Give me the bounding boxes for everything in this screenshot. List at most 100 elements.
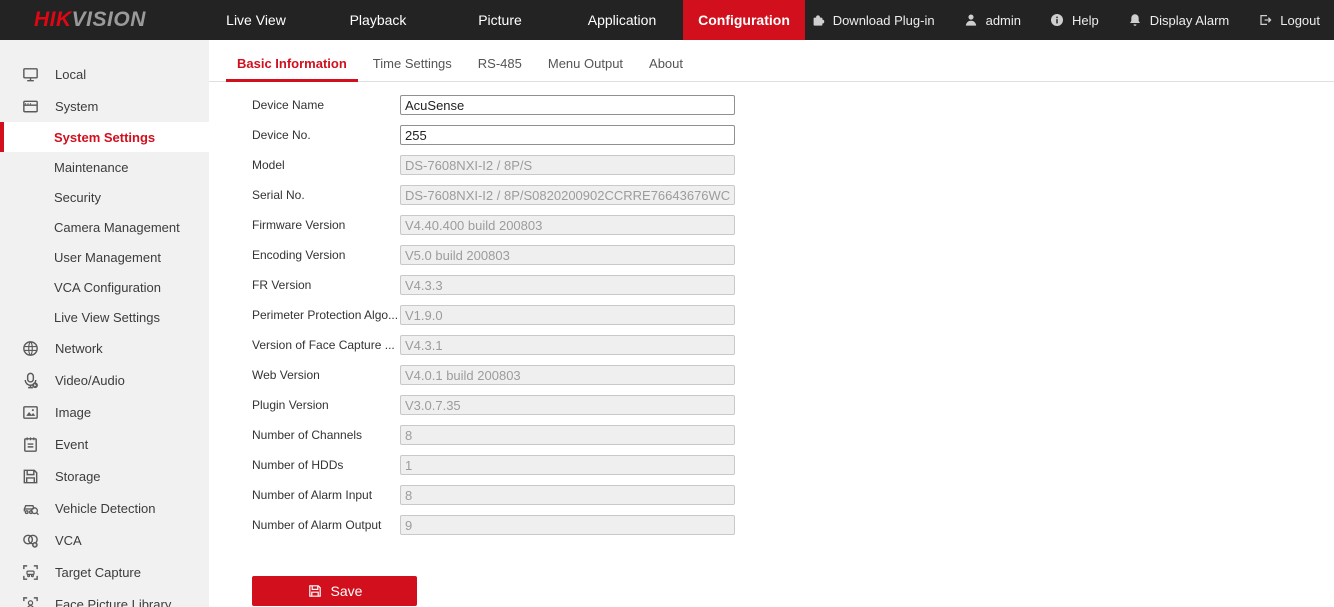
primary-nav: Live View Playback Picture Application Confi… [195,0,805,40]
form-row-web-version: Web Version [252,360,1334,390]
nav-item-picture[interactable]: Picture [439,0,561,40]
sidebar-item-security[interactable]: Security [0,182,209,212]
field-label-number-of-hdds: Number of HDDs [252,458,344,472]
util-label-display-alarm: Display Alarm [1149,12,1230,28]
sidebar-item-label: Network [55,340,103,356]
top-bar: HIK VISION Live View Playback Picture Applic… [0,0,1334,40]
form-row-serial-no: Serial No. [252,180,1334,210]
target-capture-icon [21,563,40,582]
util-label-help: Help [1072,12,1099,28]
sidebar-item-user-management[interactable]: User Management [0,242,209,272]
util-download-plug-in[interactable]: Download Plug-in [810,12,935,28]
nav-item-application[interactable]: Application [561,0,683,40]
window-icon [21,97,40,116]
sidebar-item-label: VCA [55,532,82,548]
firmware-version-input [400,215,735,235]
number-of-alarm-output-input [400,515,735,535]
plugin-icon [810,12,826,28]
form-row-model: Model [252,150,1334,180]
field-label-encoding-version: Encoding Version [252,248,346,262]
field-label-serial-no: Serial No. [252,188,305,202]
form-row-device-name: Device Name [252,90,1334,120]
form-row-device-no: Device No. [252,120,1334,150]
sidebar-item-label: Storage [55,468,101,484]
main-content: Basic Information Time Settings RS-485 Menu… [209,40,1334,607]
form-row-fr-version: FR Version [252,270,1334,300]
sidebar-item-image[interactable]: Image [0,396,209,428]
sidebar-item-label: Vehicle Detection [55,500,156,516]
util-logout[interactable]: Logout [1257,12,1320,28]
save-button[interactable]: Save [252,576,417,606]
perimeter-protection-algo-input [400,305,735,325]
field-label-web-version: Web Version [252,368,320,382]
number-of-hdds-input [400,455,735,475]
user-icon [963,12,979,28]
field-label-number-of-alarm-output: Number of Alarm Output [252,518,382,532]
field-label-number-of-channels: Number of Channels [252,428,363,442]
nav-item-configuration[interactable]: Configuration [683,0,805,40]
tab-rs-485[interactable]: RS-485 [467,56,533,82]
sidebar-item-label: System Settings [54,129,156,145]
utility-nav: Download Plug-in admin Help Display Alarm Lo… [810,0,1334,40]
field-label-device-no: Device No. [252,128,311,142]
sidebar-item-camera-management[interactable]: Camera Management [0,212,209,242]
encoding-version-input [400,245,735,265]
util-help[interactable]: Help [1049,12,1099,28]
sidebar-item-label: User Management [54,249,161,265]
field-label-model: Model [252,158,285,172]
mic-icon [21,371,40,390]
nav-item-playback[interactable]: Playback [317,0,439,40]
device-name-input[interactable] [400,95,735,115]
tab-about[interactable]: About [638,56,694,82]
device-no-input[interactable] [400,125,735,145]
sidebar-item-label: Camera Management [54,219,180,235]
util-display-alarm[interactable]: Display Alarm [1127,12,1229,28]
logo-hik-text: HIK [34,8,72,31]
tab-menu-output[interactable]: Menu Output [537,56,634,82]
sidebar-item-vca[interactable]: VCA [0,524,209,556]
nav-item-live-view[interactable]: Live View [195,0,317,40]
field-label-device-name: Device Name [252,98,325,112]
storage-icon [21,467,40,486]
sidebar-item-vca-configuration[interactable]: VCA Configuration [0,272,209,302]
sidebar-item-label: Target Capture [55,564,141,580]
field-label-version-of-face-capture: Version of Face Capture ... [252,338,395,352]
basic-information-form: Device Name Device No. Model Serial No. Firm… [209,82,1334,540]
form-row-number-of-hdds: Number of HDDs [252,450,1334,480]
form-row-plugin-version: Plugin Version [252,390,1334,420]
sidebar-item-system[interactable]: System [0,90,209,122]
util-admin[interactable]: admin [963,12,1021,28]
sidebar-item-live-view-settings[interactable]: Live View Settings [0,302,209,332]
sidebar-item-face-picture-library[interactable]: Face Picture Library [0,588,209,607]
sidebar-item-label: Local [55,66,87,82]
field-label-number-of-alarm-input: Number of Alarm Input [252,488,373,502]
tab-basic-information[interactable]: Basic Information [226,56,358,82]
sidebar-item-storage[interactable]: Storage [0,460,209,492]
sidebar-item-label: VCA Configuration [54,279,161,295]
sidebar-item-event[interactable]: Event [0,428,209,460]
sidebar-item-label: System [55,98,99,114]
monitor-icon [21,65,40,84]
image-icon [21,403,40,422]
tab-time-settings[interactable]: Time Settings [362,56,463,82]
sidebar-item-label: Face Picture Library [55,596,172,607]
util-label-download-plug-in: Download Plug-in [832,12,935,28]
sidebar-item-network[interactable]: Network [0,332,209,364]
field-label-fr-version: FR Version [252,278,312,292]
save-icon [307,583,323,599]
logo-vision-text: VISION [71,8,146,31]
sidebar-item-target-capture[interactable]: Target Capture [0,556,209,588]
sidebar-item-label: Image [55,404,92,420]
serial-no-input [400,185,735,205]
field-label-perimeter-protection-algo: Perimeter Protection Algo... [252,308,399,322]
sidebar-item-local[interactable]: Local [0,58,209,90]
event-icon [21,435,40,454]
sidebar-item-vehicle-detection[interactable]: Vehicle Detection [0,492,209,524]
model-input [400,155,735,175]
util-label-logout: Logout [1280,12,1320,28]
sidebar-item-system-settings[interactable]: System Settings [0,122,209,152]
field-label-plugin-version: Plugin Version [252,398,329,412]
sidebar-item-video-audio[interactable]: Video/Audio [0,364,209,396]
vca-icon [21,531,40,550]
sidebar-item-maintenance[interactable]: Maintenance [0,152,209,182]
